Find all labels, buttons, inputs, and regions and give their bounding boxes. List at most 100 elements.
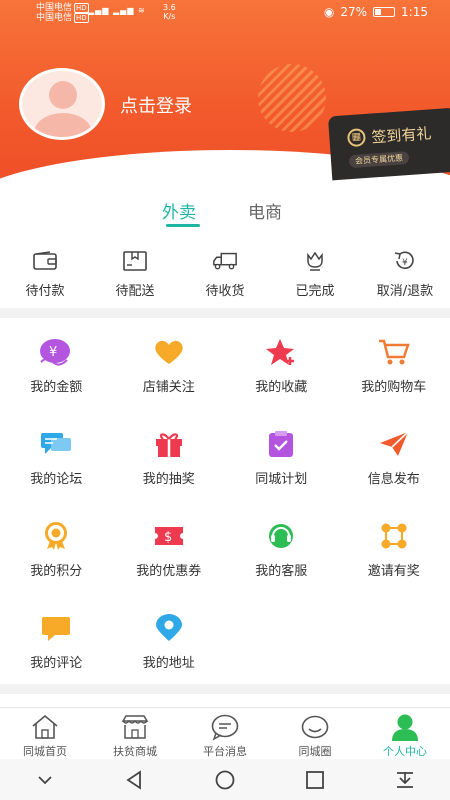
gift-box-icon: ▦ [346, 127, 367, 148]
nav-city-circle[interactable]: 同城圈 [270, 708, 360, 759]
gift-icon [155, 433, 182, 457]
grid-item-reviews[interactable]: 我的评论 [0, 604, 113, 696]
feature-grid: ¥ 我的金额 店铺关注 我的收藏 我的购物车 我的论坛 我的抽奖 同城计划 信息… [0, 328, 450, 696]
network-speed: 3.6 K/s [163, 3, 176, 21]
signal-icon: ▂▄▆ ▂▄▆ ≋ [88, 6, 146, 15]
nav-label: 平台消息 [203, 745, 247, 758]
battery-percent: 27% [340, 5, 368, 19]
grid-item-balance[interactable]: ¥ 我的金额 [0, 328, 113, 420]
nav-label: 扶贫商城 [113, 745, 157, 758]
carrier-2: 中国电信 [36, 13, 73, 23]
nav-label: 同城圈 [298, 745, 332, 758]
order-status-row: 待付款 待配送 待收货 已完成 ¥ 取消/退款 [0, 250, 450, 306]
message-icon [211, 714, 239, 741]
order-completed[interactable]: 已完成 [270, 250, 360, 306]
nav-label: 个人中心 [383, 745, 427, 758]
coupon-icon: $ [154, 527, 183, 545]
carrier-1: 中国电信 [36, 3, 73, 13]
notification-pull-icon[interactable] [390, 768, 420, 792]
nav-store[interactable]: 扶贫商城 [90, 708, 180, 759]
svg-text:¥: ¥ [49, 345, 57, 360]
order-refund[interactable]: ¥ 取消/退款 [360, 250, 450, 306]
chat-icon [41, 433, 72, 454]
chevron-down-icon[interactable] [30, 768, 60, 792]
send-icon [379, 431, 409, 456]
home-circle-icon[interactable] [210, 768, 240, 792]
back-icon[interactable] [120, 768, 150, 792]
grid-item-post-info[interactable]: 信息发布 [338, 420, 450, 512]
headset-icon [269, 524, 294, 548]
grid-label: 邀请有奖 [367, 564, 420, 579]
cart-icon [378, 339, 410, 365]
grid-label: 我的积分 [30, 564, 83, 579]
refund-icon: ¥ [394, 251, 414, 270]
nav-profile[interactable]: 个人中心 [360, 708, 450, 759]
hd-badge: HD [74, 3, 89, 13]
order-label: 待付款 [25, 284, 65, 299]
nav-label: 同城首页 [23, 745, 67, 758]
star-icon [266, 339, 295, 365]
grid-item-cart[interactable]: 我的购物车 [338, 328, 450, 420]
money-icon: ¥ [40, 339, 71, 366]
order-label: 待收货 [205, 284, 245, 299]
grid-label: 信息发布 [367, 472, 420, 487]
invite-icon [381, 523, 407, 549]
grid-item-city-plan[interactable]: 同城计划 [225, 420, 338, 512]
person-icon [392, 714, 418, 741]
comment-icon [42, 617, 71, 641]
status-bar: 中国电信 HD 中国电信 HD ▂▄▆ ▂▄▆ ≋ 3.6 K/s ◉ 27% 1:… [0, 0, 450, 26]
decor-circle [258, 64, 326, 132]
order-label: 取消/退款 [376, 284, 434, 299]
hd-badge: HD [74, 13, 89, 23]
app-screen: 中国电信 HD 中国电信 HD ▂▄▆ ▂▄▆ ≋ 3.6 K/s ◉ 27% 1:… [0, 0, 450, 800]
tab-waimai[interactable]: 外卖 [162, 198, 196, 223]
grid-item-lottery[interactable]: 我的抽奖 [113, 420, 226, 512]
order-pending-payment[interactable]: 待付款 [0, 250, 90, 306]
grid-label: 我的优惠券 [136, 564, 202, 579]
grid-item-invite[interactable]: 邀请有奖 [338, 512, 450, 604]
grid-item-coupons[interactable]: $ 我的优惠券 [113, 512, 226, 604]
category-tabs: 外卖 电商 [0, 198, 450, 228]
grid-label: 同城计划 [255, 472, 308, 487]
grid-item-customer-service[interactable]: 我的客服 [225, 512, 338, 604]
order-pending-delivery[interactable]: 待配送 [90, 250, 180, 306]
section-divider [0, 684, 450, 694]
order-label: 已完成 [295, 284, 335, 299]
location-icon [155, 614, 182, 641]
medal-icon [45, 522, 68, 550]
home-icon [32, 714, 58, 739]
svg-text:¥: ¥ [402, 258, 408, 268]
system-navigation-bar [0, 759, 450, 800]
grid-item-shop-follow[interactable]: 店铺关注 [113, 328, 226, 420]
clock: 1:15 [401, 5, 428, 19]
battery-icon [373, 7, 396, 17]
signin-subtitle: 会员专属优惠 [348, 151, 410, 169]
tab-dianshang[interactable]: 电商 [248, 198, 282, 223]
grid-item-address[interactable]: 我的地址 [113, 604, 226, 696]
order-label: 待配送 [115, 284, 155, 299]
recents-icon[interactable] [300, 768, 330, 792]
grid-item-favorites[interactable]: 我的收藏 [225, 328, 338, 420]
package-icon [123, 251, 147, 271]
store-icon [121, 715, 149, 739]
truck-icon [213, 252, 237, 270]
grid-item-forum[interactable]: 我的论坛 [0, 420, 113, 512]
smile-icon [301, 715, 329, 739]
order-pending-receipt[interactable]: 待收货 [180, 250, 270, 306]
avatar[interactable] [19, 68, 105, 140]
svg-text:$: $ [164, 530, 172, 545]
calendar-icon [269, 431, 294, 457]
signin-reward-card[interactable]: ▦ 签到有礼 会员专属优惠 [327, 107, 450, 181]
nav-home[interactable]: 同城首页 [0, 708, 90, 759]
eye-icon: ◉ [323, 5, 335, 19]
grid-label: 我的论坛 [30, 472, 83, 487]
nav-messages[interactable]: 平台消息 [180, 708, 270, 759]
grid-item-points[interactable]: 我的积分 [0, 512, 113, 604]
grid-label: 我的评论 [30, 656, 83, 671]
grid-label: 我的金额 [30, 380, 83, 395]
flower-icon [307, 251, 323, 271]
login-link[interactable]: 点击登录 [120, 92, 192, 118]
grid-label: 我的收藏 [255, 380, 308, 395]
grid-label: 我的地址 [142, 656, 195, 671]
grid-label: 我的购物车 [361, 380, 427, 395]
